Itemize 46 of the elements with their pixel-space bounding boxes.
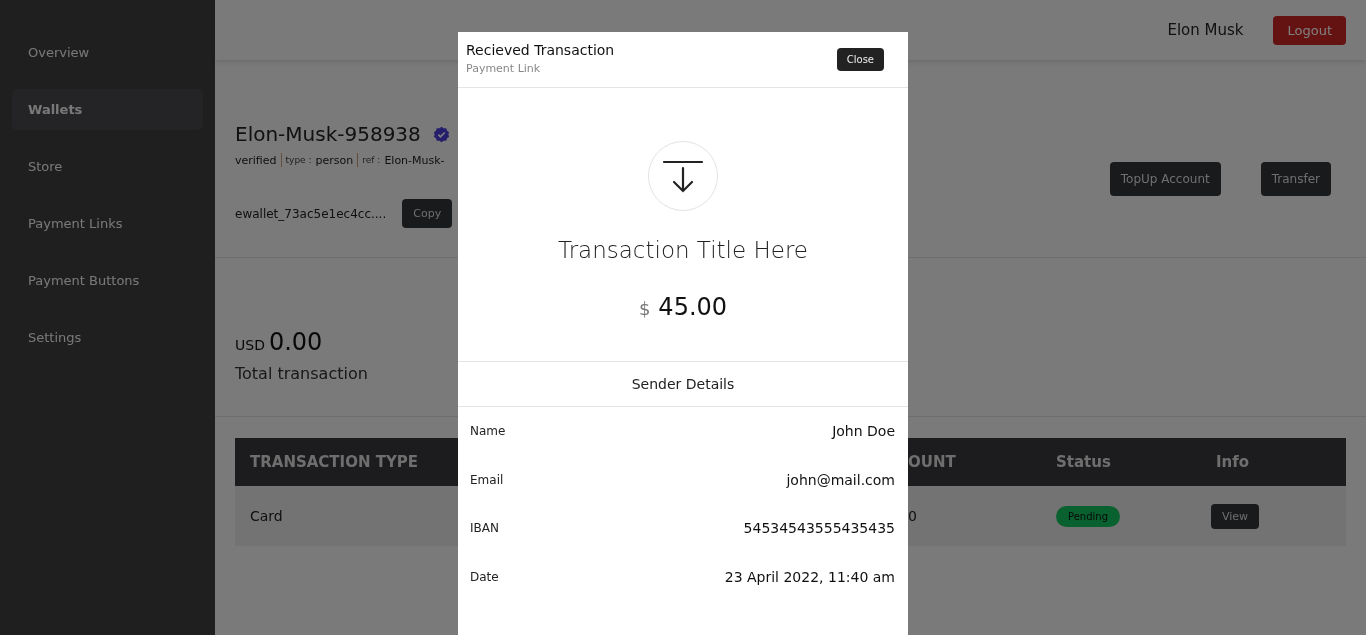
sidebar-item[interactable]: Wallets [12,89,203,130]
download-icon [648,141,718,211]
column-header: Info [1215,453,1251,471]
detail-value: John Doe [832,423,895,440]
status-badge: Pending [1056,505,1120,527]
wallet-name: Elon-Musk-958938 [235,122,421,146]
user-name: Elon Musk [1167,21,1244,39]
sidebar-item[interactable]: Overview [12,32,203,73]
verified-icon [432,125,450,143]
column-header: Status [1055,453,1112,471]
verification-status: verified [235,153,277,167]
column-header: OUNT [908,453,957,471]
detail-value: john@mail.com [786,471,895,488]
action-button[interactable]: TopUp Account [1109,162,1221,196]
dialog-subtitle: Payment Link [466,62,542,75]
balance-amount: 0.00 [268,328,323,356]
detail-label: Name [470,424,506,439]
type-label: type : [285,155,312,165]
wallet-address: ewallet_73ac5e1ec4cc.... [235,206,387,221]
action-button[interactable]: Transfer [1260,162,1331,196]
copy-button[interactable]: Copy [402,199,453,228]
ref-label: ref : [362,155,381,165]
dialog-title: Recieved Transaction [466,42,615,58]
section-title: Sender Details [458,362,908,407]
detail-label: IBAN [470,521,499,536]
detail-value: 54534543555435435 [743,520,895,537]
detail-label: Email [470,472,504,487]
sidebar-item[interactable]: Payment Links [12,203,203,244]
logout-button[interactable]: Logout [1273,15,1346,45]
table-cell-text: 0 [908,508,918,524]
close-button[interactable]: Close [836,48,884,71]
currency-symbol: $ [638,298,651,319]
ref-value: Elon-Musk- [384,153,445,167]
detail-label: Date [470,569,499,584]
view-button[interactable]: View [1211,503,1260,529]
transaction-amount: 45.00 [658,293,728,321]
sidebar-item[interactable]: Store [12,146,203,187]
sidebar-item[interactable]: Payment Buttons [12,260,203,301]
sidebar-item[interactable]: Settings [12,317,203,358]
table-cell-text: Card [249,508,284,524]
detail-value: 23 April 2022, 11:40 am [724,568,895,585]
balance-currency: USD [235,337,265,353]
type-value: person [315,153,354,167]
column-header: TRANSACTION TYPE [249,453,420,471]
transaction-title: Transaction Title Here [557,237,808,263]
balance-caption: Total transaction [235,364,369,383]
